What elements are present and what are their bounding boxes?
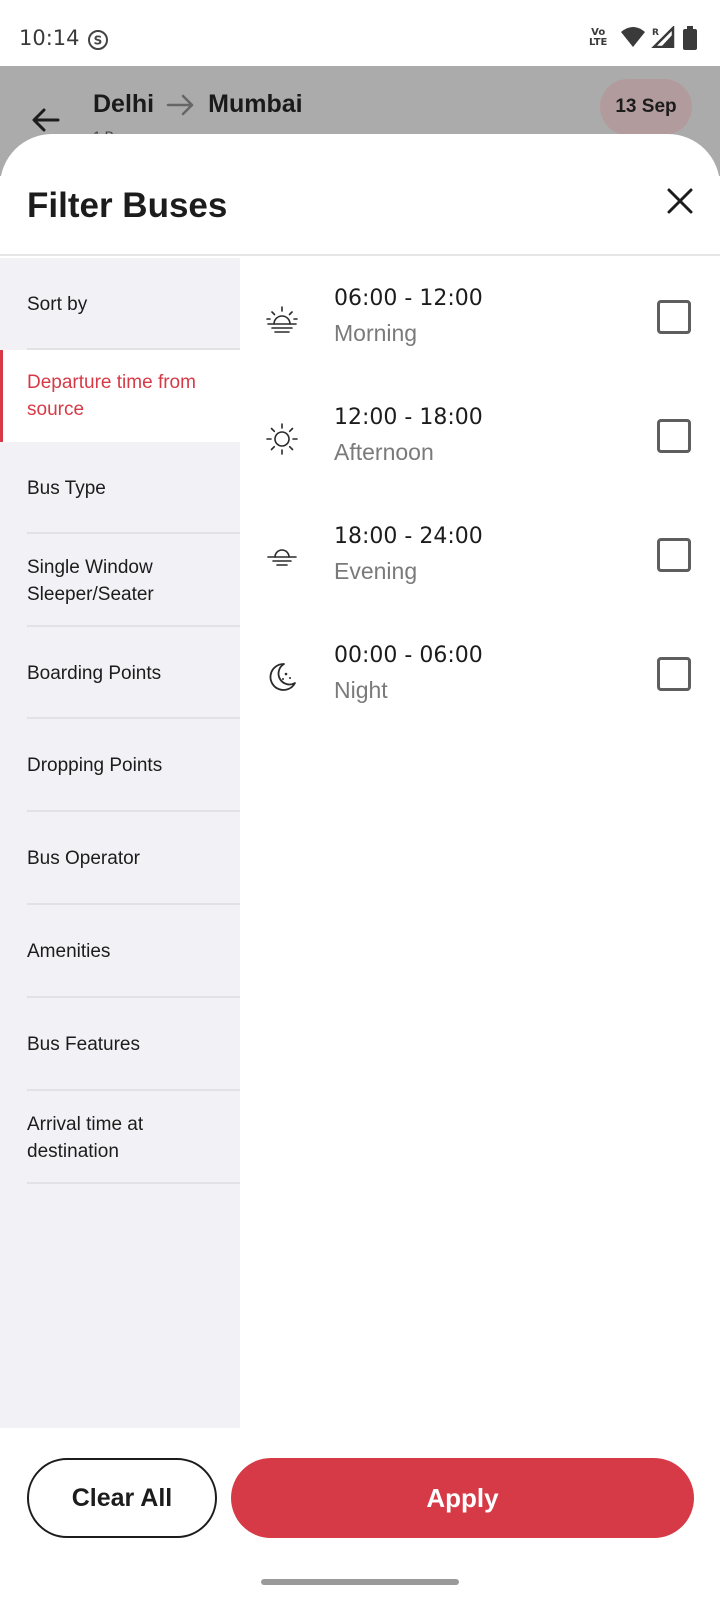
moon-icon <box>269 663 296 691</box>
category-label: Dropping Points <box>27 755 163 776</box>
sun-icon <box>266 423 298 455</box>
signal-roaming-icon: R <box>651 26 675 48</box>
apply-button[interactable]: Apply <box>231 1458 694 1538</box>
time-label: Afternoon <box>334 439 434 465</box>
category-boarding-points[interactable]: Boarding Points <box>0 627 240 719</box>
category-departure-time[interactable]: Departure time from source <box>0 350 240 442</box>
wifi-icon <box>621 27 645 47</box>
time-slot-evening[interactable]: 18:00 - 24:00 Evening <box>240 516 720 596</box>
time-range: 18:00 - 24:00 <box>334 524 483 549</box>
sunrise-icon <box>266 306 298 333</box>
afternoon-checkbox[interactable] <box>657 419 691 453</box>
status-bar: 10:14 S Vo LTE R <box>0 0 720 66</box>
time-range: 12:00 - 18:00 <box>334 405 483 430</box>
category-label: Arrival time at destination <box>27 1113 144 1162</box>
svg-text:S: S <box>94 34 103 48</box>
category-bus-features[interactable]: Bus Features <box>0 998 240 1091</box>
volte-line2: LTE <box>589 37 608 48</box>
time-range: 00:00 - 06:00 <box>334 643 483 668</box>
category-label: Amenities <box>27 941 111 962</box>
category-single-window[interactable]: Single Window Sleeper/Seater <box>0 534 240 627</box>
arrow-right-icon <box>166 94 194 115</box>
category-label: Bus Operator <box>27 848 140 869</box>
arrow-left-icon[interactable] <box>30 104 62 136</box>
sheet-title: Filter Buses <box>27 186 228 225</box>
category-dropping-points[interactable]: Dropping Points <box>0 719 240 812</box>
route-to: Mumbai <box>208 90 303 118</box>
time-label: Evening <box>334 558 418 584</box>
sync-badge-icon: S <box>88 30 108 50</box>
night-checkbox[interactable] <box>657 657 691 691</box>
route-from: Delhi <box>93 90 155 118</box>
home-indicator[interactable] <box>261 1579 459 1585</box>
category-bus-type[interactable]: Bus Type <box>0 442 240 534</box>
morning-checkbox[interactable] <box>657 300 691 334</box>
category-bus-operator[interactable]: Bus Operator <box>0 812 240 905</box>
close-icon[interactable] <box>665 186 695 216</box>
category-label: Bus Features <box>27 1034 140 1055</box>
route-title: Delhi Mumbai <box>93 90 303 119</box>
filter-sheet: Filter Buses Sort by Departure time from… <box>0 134 720 1600</box>
category-sort-by[interactable]: Sort by <box>0 258 240 350</box>
category-label: Sort by <box>27 293 88 315</box>
time-slot-night[interactable]: 00:00 - 06:00 Night <box>240 635 720 715</box>
clear-all-button[interactable]: Clear All <box>27 1458 217 1538</box>
date-chip[interactable]: 13 Sep <box>600 79 692 135</box>
evening-checkbox[interactable] <box>657 538 691 572</box>
category-arrival-time[interactable]: Arrival time at destination <box>0 1091 240 1184</box>
time-slot-afternoon[interactable]: 12:00 - 18:00 Afternoon <box>240 397 720 477</box>
svg-text:R: R <box>652 28 659 38</box>
category-amenities[interactable]: Amenities <box>0 905 240 998</box>
category-label: Bus Type <box>27 477 106 499</box>
volte-indicator: Vo LTE <box>589 28 607 48</box>
category-label: Boarding Points <box>27 662 162 684</box>
status-time: 10:14 <box>19 26 80 50</box>
category-label: Departure time from source <box>27 372 196 420</box>
category-label: Single Window Sleeper/Seater <box>27 556 154 605</box>
category-list: Sort by Departure time from source Bus T… <box>0 258 240 1428</box>
time-label: Morning <box>334 320 418 346</box>
sunset-icon <box>267 549 297 566</box>
time-label: Night <box>334 677 388 703</box>
battery-icon <box>683 26 697 50</box>
divider <box>27 1182 240 1184</box>
time-slot-morning[interactable]: 06:00 - 12:00 Morning <box>240 278 720 358</box>
time-range: 06:00 - 12:00 <box>334 286 483 311</box>
action-bar: Clear All Apply <box>0 1428 720 1600</box>
sheet-divider <box>0 254 720 256</box>
